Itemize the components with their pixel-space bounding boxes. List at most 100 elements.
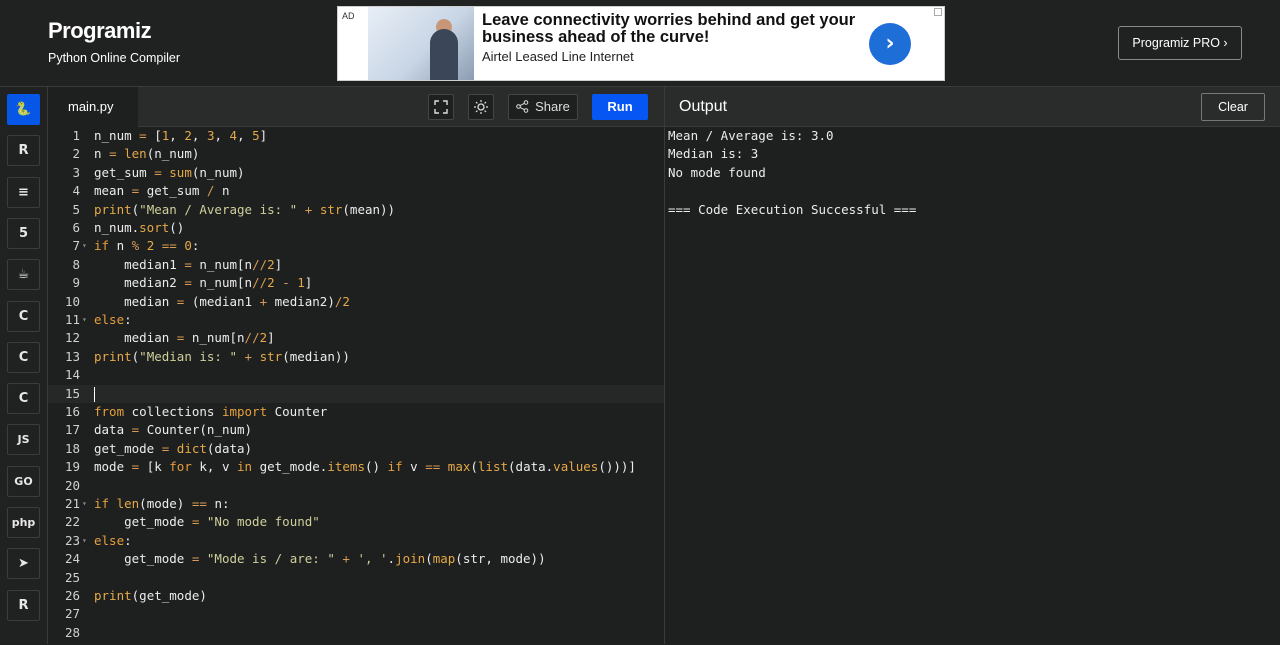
code-line[interactable]: 6 n_num.sort() [48,219,664,237]
top-header: Programiz Python Online Compiler AD Leav… [0,0,1280,86]
run-button[interactable]: Run [592,94,648,120]
code-line[interactable]: 17 data = Counter(n_num) [48,421,664,439]
code-text: get_sum = sum(n_num) [94,164,245,180]
share-icon [516,100,529,113]
code-line[interactable]: 13 print("Median is: " + str(median)) [48,348,664,366]
code-line[interactable]: 7 ▾ if n % 2 == 0: [48,237,664,255]
ad-tag: AD [342,11,355,21]
r-icon: R [18,143,29,159]
code-line[interactable]: 23 ▾ else: [48,532,664,550]
code-line[interactable]: 15 [48,384,664,403]
programiz-logo[interactable]: Programiz [48,18,152,44]
code-line[interactable]: 25 [48,569,664,587]
code-text: median = n_num[n//2] [94,330,275,346]
code-line[interactable]: 8 median1 = n_num[n//2] [48,256,664,274]
rail-item-js[interactable]: JS [7,424,40,456]
code-line[interactable]: 5 print("Mean / Average is: " + str(mean)… [48,201,664,219]
line-number: 27 [64,606,80,622]
code-line[interactable]: 22 get_mode = "No mode found" [48,513,664,531]
js-icon: JS [17,433,30,447]
code-line[interactable]: 10 median = (median1 + median2)/2 [48,293,664,311]
code-line[interactable]: 9 median2 = n_num[n//2 - 1] [48,274,664,292]
fold-toggle-icon[interactable]: ▾ [82,495,87,513]
file-tab-main-py[interactable]: main.py [48,87,138,127]
code-text: else: [94,532,132,548]
output-line: Mean / Average is: 3.0 [668,128,834,143]
editor-toolbar: main.py Share Run [48,87,664,127]
code-line[interactable]: 14 [48,366,664,384]
fold-toggle-icon[interactable]: ▾ [82,532,87,550]
c-icon: C [18,308,29,324]
code-text: mean = get_sum / n [94,183,230,199]
rail-item-c[interactable]: C [7,300,40,332]
code-line[interactable]: 16 from collections import Counter [48,403,664,421]
java-icon: ☕ [17,267,30,283]
code-line[interactable]: 19 mode = [k for k, v in get_mode.items()… [48,458,664,476]
rail-item-sql[interactable]: ≡ [7,176,40,208]
code-area[interactable]: 1 n_num = [1, 2, 3, 4, 5] 2 n = len(n_num) 3… [48,127,664,645]
code-line[interactable]: 2 n = len(n_num) [48,145,664,163]
rust-icon: R [18,597,29,613]
line-number: 5 [72,201,80,217]
rail-item-php[interactable]: php [7,507,40,538]
rail-item-cpp[interactable]: C [7,341,40,373]
rail-item-r[interactable]: R [7,135,40,167]
code-line[interactable]: 12 median = n_num[n//2] [48,329,664,347]
code-line[interactable]: 28 [48,624,664,642]
line-number: 26 [64,588,80,603]
ad-image [368,7,474,80]
code-text: median = (median1 + median2)/2 [94,293,350,309]
code-text: n_num = [1, 2, 3, 4, 5] [94,128,268,143]
code-text: print(get_mode) [94,588,207,603]
code-text: get_mode = "No mode found" [94,514,320,530]
code-line[interactable]: 1 n_num = [1, 2, 3, 4, 5] [48,127,664,145]
rail-item-csharp[interactable]: C [7,383,40,415]
code-line[interactable]: 4 mean = get_sum / n [48,182,664,200]
fold-toggle-icon[interactable]: ▾ [82,311,87,329]
sql-icon: ≡ [18,184,29,200]
line-number: 10 [64,293,80,309]
fullscreen-button[interactable] [428,94,454,120]
python-icon: 🐍 [15,102,32,117]
text-caret [94,386,95,402]
code-line[interactable]: 24 get_mode = "Mode is / are: " + ', '.j… [48,550,664,568]
line-number: 24 [64,551,80,567]
rail-item-swift[interactable]: ➤ [7,548,40,580]
rail-item-html[interactable]: 5 [7,217,40,249]
go-icon: GO [14,474,33,488]
ad-subtext: Airtel Leased Line Internet [482,49,634,64]
code-line[interactable]: 27 [48,605,664,623]
code-line[interactable]: 20 [48,477,664,495]
code-text: data = Counter(n_num) [94,422,253,438]
sun-icon [474,100,488,114]
rail-item-python[interactable]: 🐍 [7,94,40,125]
code-line[interactable]: 26 print(get_mode) [48,587,664,605]
line-number: 16 [64,404,80,419]
code-text: from collections import Counter [94,404,328,419]
line-number: 23 [64,532,80,548]
code-text: else: [94,312,132,327]
programiz-pro-button[interactable]: Programiz PRO › [1118,26,1242,60]
code-text: if len(mode) == n: [94,496,230,511]
share-button[interactable]: Share [508,94,578,120]
rail-item-go[interactable]: GO [7,465,40,497]
code-line[interactable]: 11 ▾ else: [48,311,664,329]
line-number: 6 [72,220,80,235]
line-number: 22 [64,514,80,530]
ad-arrow-icon[interactable]: › [869,23,911,65]
code-line[interactable]: 3 get_sum = sum(n_num) [48,164,664,182]
code-text: print("Mean / Average is: " + str(mean)) [94,201,396,217]
line-number: 9 [72,275,80,291]
code-line[interactable]: 21 ▾ if len(mode) == n: [48,495,664,513]
code-line[interactable]: 18 get_mode = dict(data) [48,440,664,458]
fold-toggle-icon[interactable]: ▾ [82,237,87,255]
theme-toggle-button[interactable] [468,94,494,120]
page-subtitle: Python Online Compiler [48,51,181,65]
ad-close-icon[interactable] [934,8,942,16]
output-console: Mean / Average is: 3.0 Median is: 3 No mod… [668,127,916,219]
rail-item-java[interactable]: ☕ [7,259,40,291]
clear-button[interactable]: Clear [1201,93,1265,121]
html-icon: 5 [18,225,29,241]
rail-item-rust[interactable]: R [7,589,40,621]
ad-banner[interactable]: AD Leave connectivity worries behind and… [337,6,945,81]
